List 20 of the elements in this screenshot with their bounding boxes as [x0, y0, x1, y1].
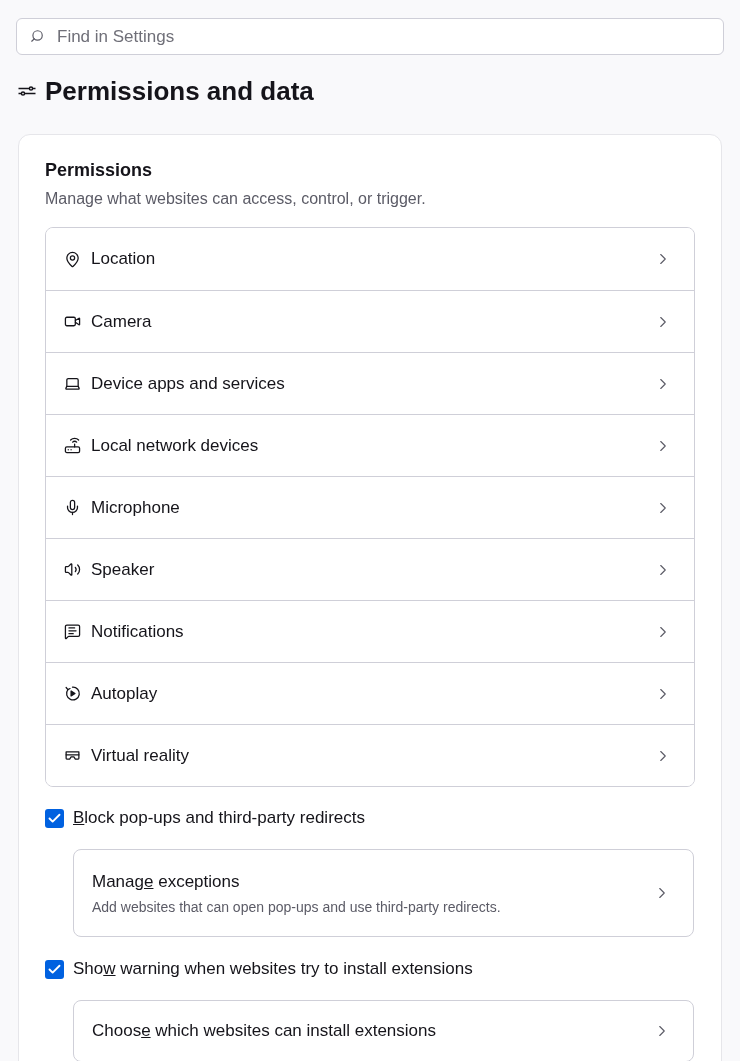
sliders-icon	[18, 85, 36, 97]
router-icon	[64, 437, 81, 454]
microphone-icon	[64, 499, 81, 516]
search-field[interactable]: Find in Settings	[16, 18, 724, 55]
checkbox[interactable]	[45, 959, 64, 979]
page-title: Permissions and data	[45, 75, 314, 107]
checkbox-label[interactable]: Show warning when websites try to install extensions	[73, 958, 473, 980]
settings-link-card[interactable]: Choose which websites can install extensions	[73, 1000, 694, 1061]
section-description: Manage what websites can access, control, or trigger.	[45, 189, 427, 209]
chat-bubble-icon	[64, 623, 81, 640]
section-title: Permissions	[45, 159, 154, 182]
permission-row[interactable]: Virtual reality	[46, 724, 694, 786]
autoplay-icon	[64, 685, 81, 702]
settings-link-card[interactable]: Manage exceptions Add websites that can open pop-ups and use third-party redirects.	[73, 849, 694, 937]
search-icon	[30, 29, 44, 43]
checkbox[interactable]	[45, 808, 64, 828]
map-pin-icon	[64, 250, 81, 268]
laptop-icon	[64, 375, 81, 392]
speaker-icon	[64, 561, 81, 578]
checkbox-label[interactable]: Block pop-ups and third-party redirects	[73, 807, 365, 829]
